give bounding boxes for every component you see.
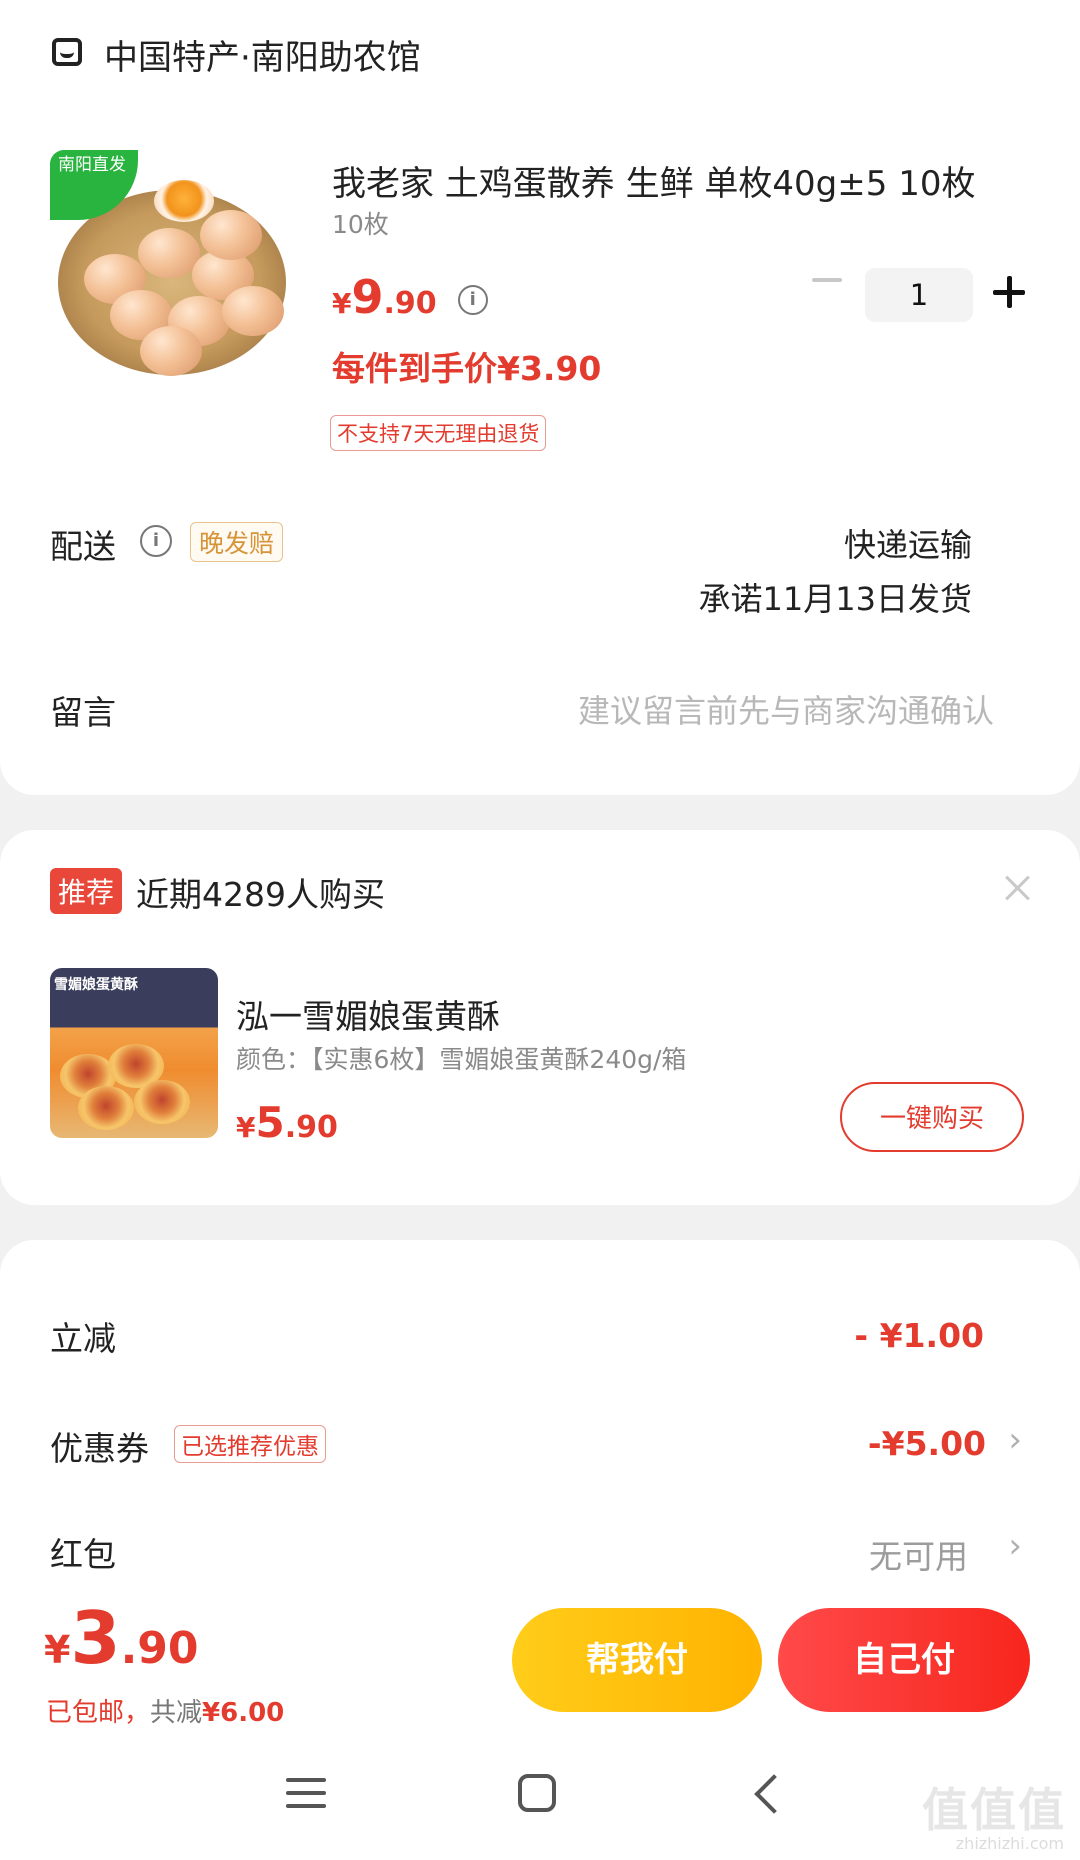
egg-image — [138, 228, 200, 278]
recommend-badge: 推荐 — [50, 868, 123, 914]
chevron-right-icon[interactable]: › — [1008, 1526, 1022, 1566]
deal-price: 每件到手价¥3.90 — [332, 349, 602, 388]
order-item-card — [0, 0, 1080, 795]
total-note: 已包邮，共减¥6.00 — [46, 1692, 284, 1729]
coupon-value[interactable]: -¥5.00 — [868, 1424, 986, 1463]
late-delivery-compensation-badge[interactable]: 晚发赔 — [190, 522, 284, 562]
coupon-selected-badge: 已选推荐优惠 — [174, 1425, 326, 1463]
egg-image — [222, 286, 284, 336]
recent-apps-icon[interactable] — [286, 1778, 326, 1808]
discount-label: 立减 — [50, 1319, 116, 1358]
recommend-title: 近期4289人购买 — [136, 875, 385, 914]
discount-value: - ¥1.00 — [854, 1316, 984, 1355]
currency-symbol: ¥ — [332, 287, 352, 320]
return-policy-badge: 不支持7天无理由退货 — [330, 415, 547, 451]
store-icon — [52, 38, 82, 66]
memo-input[interactable]: 建议留言前先与商家沟通确认 — [578, 686, 994, 732]
shipping-method: 快递运输 — [843, 526, 972, 564]
close-icon[interactable] — [1004, 874, 1032, 902]
free-shipping-text: 已包邮， — [46, 1698, 151, 1728]
product-price: ¥9.90 i — [332, 270, 488, 324]
store-name[interactable]: 中国特产·南阳助农馆 — [104, 30, 421, 79]
quantity-input[interactable]: 1 — [865, 268, 973, 322]
shipping-promise: 承诺11月13日发货 — [698, 580, 972, 618]
product-title[interactable]: 我老家 土鸡蛋散养 生鲜 单枚40g±5 10枚 — [332, 156, 975, 205]
info-icon[interactable]: i — [457, 285, 488, 315]
home-icon[interactable] — [518, 1774, 556, 1812]
total-integer: 3 — [70, 1596, 121, 1680]
price-decimal: .90 — [383, 286, 437, 321]
recommend-product-price: ¥5.90 — [236, 1098, 338, 1147]
egg-yolk-image — [154, 180, 214, 222]
one-click-buy-button[interactable]: 一键购买 — [840, 1082, 1024, 1152]
product-image[interactable]: 南阳直发 — [50, 150, 294, 382]
price-integer: 9 — [351, 270, 384, 324]
shipping-label: 配送 — [50, 527, 116, 566]
watermark-url: zhizhizhi.com — [955, 1834, 1064, 1853]
currency-symbol: ¥ — [236, 1111, 256, 1144]
image-caption: 雪媚娘蛋黄酥 — [54, 977, 138, 993]
watermark: 值值值 — [922, 1783, 1066, 1837]
redpacket-label[interactable]: 红包 — [50, 1528, 116, 1576]
price-decimal: .90 — [284, 1110, 338, 1145]
recommend-product-name[interactable]: 泓一雪媚娘蛋黄酥 — [236, 990, 500, 1038]
memo-label: 留言 — [50, 693, 116, 732]
chevron-right-icon[interactable]: › — [1008, 1420, 1022, 1460]
coupon-label[interactable]: 优惠券 — [50, 1422, 149, 1470]
info-icon[interactable]: i — [140, 525, 172, 557]
price-integer: 5 — [255, 1098, 285, 1147]
decrease-quantity-button[interactable] — [812, 278, 842, 282]
help-me-pay-button[interactable]: 帮我付 — [512, 1608, 762, 1712]
pastry-image — [78, 1086, 134, 1130]
saved-label: 共减 — [150, 1698, 203, 1728]
recommend-product-spec: 颜色：【实惠6枚】雪媚娘蛋黄酥240g/箱 — [236, 1045, 687, 1074]
increase-quantity-button[interactable] — [993, 276, 1025, 308]
pay-myself-button[interactable]: 自己付 — [778, 1608, 1030, 1712]
pastry-image — [134, 1080, 190, 1124]
product-spec[interactable]: 10枚 — [332, 205, 389, 241]
total-price: ¥3.90 — [44, 1596, 199, 1680]
saved-value: ¥6.00 — [202, 1698, 285, 1728]
back-icon[interactable] — [752, 1776, 782, 1806]
currency-symbol: ¥ — [44, 1628, 71, 1672]
recommend-product-image[interactable]: 雪媚娘蛋黄酥 — [50, 968, 218, 1138]
egg-image — [200, 210, 262, 260]
total-decimal: .90 — [120, 1623, 199, 1674]
egg-image — [140, 326, 202, 376]
redpacket-value[interactable]: 无可用 — [869, 1530, 968, 1578]
